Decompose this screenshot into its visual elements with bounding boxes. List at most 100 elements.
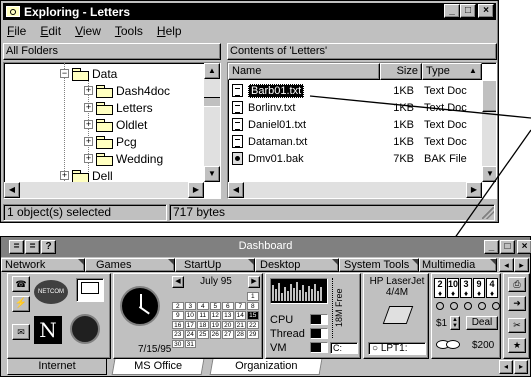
- calendar-day[interactable]: 11: [197, 311, 209, 320]
- tree-vertical-scrollbar[interactable]: ▲ ▼: [204, 63, 220, 182]
- playing-card[interactable]: 2 ♦: [434, 278, 446, 298]
- bottom-tab-right-icon[interactable]: ▸: [514, 360, 528, 374]
- playing-card[interactable]: 4 ♦: [486, 278, 498, 298]
- printer-port-select[interactable]: ○ LPT1:: [368, 342, 426, 355]
- scroll-down-icon[interactable]: ▼: [204, 166, 220, 182]
- tab-ms-office[interactable]: MS Office: [111, 359, 205, 375]
- tab-scroll-left-icon[interactable]: ◂: [499, 258, 514, 272]
- bet-spinner-icon[interactable]: ▲ ▼: [450, 316, 460, 330]
- tab-network[interactable]: Network: [1, 258, 85, 272]
- dash-minimize-button[interactable]: _: [484, 240, 499, 254]
- calendar-day[interactable]: 28: [234, 330, 246, 339]
- calendar-day[interactable]: 17: [184, 320, 196, 329]
- scroll-right-icon[interactable]: ▶: [466, 182, 482, 198]
- calendar-day[interactable]: 24: [184, 330, 196, 339]
- calendar-day[interactable]: 25: [197, 330, 209, 339]
- collapse-icon[interactable]: −: [60, 69, 69, 78]
- expand-icon[interactable]: +: [60, 171, 69, 180]
- file-row[interactable]: Dataman.txt 1KB Text Doc: [228, 133, 482, 150]
- file-row[interactable]: Barb01.txt 1KB Text Doc: [228, 82, 482, 99]
- playing-card[interactable]: 10 ♦: [447, 278, 459, 298]
- calendar-day[interactable]: 2: [172, 301, 184, 310]
- calendar-day[interactable]: 23: [172, 330, 184, 339]
- calendar-day[interactable]: 18: [197, 320, 209, 329]
- tools-icon[interactable]: ✂: [508, 318, 526, 333]
- file-list[interactable]: Name Size Type ▲ Barb01.txt 1KB Text Doc…: [227, 62, 497, 199]
- calendar-day[interactable]: 10: [184, 311, 196, 320]
- calendar-day[interactable]: 12: [209, 311, 221, 320]
- list-horizontal-scrollbar[interactable]: ◀ ▶: [228, 182, 482, 198]
- maximize-button[interactable]: □: [460, 4, 476, 18]
- computer-icon[interactable]: [76, 278, 104, 302]
- calendar-day[interactable]: 29: [247, 330, 259, 339]
- mail-icon[interactable]: ✉: [12, 324, 30, 340]
- calendar-day[interactable]: 19: [209, 320, 221, 329]
- calendar-day[interactable]: 14: [234, 311, 246, 320]
- explorer-titlebar[interactable]: Exploring - Letters _ □ ×: [3, 3, 496, 20]
- tab-system-tools[interactable]: System Tools: [339, 258, 419, 272]
- tree-item-wedding[interactable]: + Wedding: [84, 150, 163, 167]
- playing-card[interactable]: 3 ♦: [460, 278, 472, 298]
- tab-startup[interactable]: StartUp: [175, 258, 255, 272]
- dash-close-button[interactable]: ×: [517, 240, 531, 254]
- expand-icon[interactable]: +: [84, 103, 93, 112]
- phone-icon[interactable]: ☎: [12, 276, 30, 292]
- menu-tools[interactable]: Tools: [115, 24, 143, 38]
- calendar-day[interactable]: 20: [222, 320, 234, 329]
- file-row[interactable]: Borlinv.txt 1KB Text Doc: [228, 99, 482, 116]
- file-row[interactable]: Daniel01.txt 1KB Text Doc: [228, 116, 482, 133]
- calendar-day[interactable]: 4: [197, 301, 209, 310]
- arrow-icon[interactable]: ➜: [508, 296, 526, 311]
- scanner-icon[interactable]: ⎙: [508, 277, 526, 292]
- tab-internet[interactable]: Internet: [7, 359, 107, 375]
- dash-maximize-button[interactable]: □: [500, 240, 515, 254]
- hold-indicators[interactable]: [436, 302, 500, 312]
- file-row[interactable]: Dmv01.bak 7KB BAK File: [228, 150, 482, 167]
- minimize-button[interactable]: _: [444, 4, 460, 18]
- resize-grip-icon[interactable]: [482, 207, 494, 219]
- tab-games[interactable]: Games: [85, 258, 175, 272]
- menu-file[interactable]: File: [7, 24, 26, 38]
- calendar-day[interactable]: 31: [184, 339, 196, 348]
- expand-icon[interactable]: +: [84, 86, 93, 95]
- calendar-prev-icon[interactable]: ◀: [172, 276, 184, 288]
- drive-select[interactable]: C:: [330, 342, 358, 354]
- tree-item-data[interactable]: − Data: [60, 65, 117, 82]
- menu-edit[interactable]: Edit: [40, 24, 61, 38]
- tab-multimedia[interactable]: Multimedia: [419, 258, 497, 272]
- tree-item-oldlet[interactable]: + Oldlet: [84, 116, 147, 133]
- plug-icon[interactable]: ⚡: [12, 296, 30, 312]
- calendar-day[interactable]: 22: [247, 320, 259, 329]
- tab-desktop[interactable]: Desktop: [255, 258, 339, 272]
- scroll-up-icon[interactable]: ▲: [204, 63, 220, 79]
- list-scroll-thumb[interactable]: [482, 80, 496, 112]
- tree-item-dash4doc[interactable]: + Dash4doc: [84, 82, 170, 99]
- calendar-day[interactable]: 3: [184, 301, 196, 310]
- tab-organization[interactable]: Organization: [209, 359, 323, 375]
- tree-horizontal-scrollbar[interactable]: ◀ ▶: [4, 182, 204, 198]
- calendar-day[interactable]: 9: [172, 311, 184, 320]
- tree-scroll-thumb[interactable]: [204, 97, 220, 107]
- calendar[interactable]: ◀ July 95 ▶ 1 2 3 4 5 6 7 8 9 10 11 12 13 14 15 16 17 18 1…: [172, 276, 260, 352]
- calendar-day[interactable]: 1: [247, 292, 259, 301]
- calendar-day[interactable]: 26: [209, 330, 221, 339]
- folder-tree[interactable]: − Data + Dash4doc + Letters + Oldlet + P…: [3, 62, 221, 199]
- menu-view[interactable]: View: [75, 24, 101, 38]
- tree-item-letters[interactable]: + Letters: [84, 99, 153, 116]
- playing-card[interactable]: 9 ♦: [473, 278, 485, 298]
- scroll-left-icon[interactable]: ◀: [4, 182, 20, 198]
- calendar-day[interactable]: 6: [222, 301, 234, 310]
- calendar-day[interactable]: 13: [222, 311, 234, 320]
- expand-icon[interactable]: +: [84, 137, 93, 146]
- calendar-day[interactable]: 8: [247, 301, 259, 310]
- scroll-left-icon[interactable]: ◀: [228, 182, 244, 198]
- calendar-day[interactable]: 5: [209, 301, 221, 310]
- calendar-day[interactable]: 21: [234, 320, 246, 329]
- scroll-down-icon[interactable]: ▼: [482, 166, 496, 182]
- calendar-day[interactable]: 16: [172, 320, 184, 329]
- column-size[interactable]: Size: [380, 63, 422, 80]
- calendar-day[interactable]: 7: [234, 301, 246, 310]
- bottom-tab-left-icon[interactable]: ◂: [499, 360, 513, 374]
- globe-icon[interactable]: [70, 314, 100, 344]
- scroll-right-icon[interactable]: ▶: [188, 182, 204, 198]
